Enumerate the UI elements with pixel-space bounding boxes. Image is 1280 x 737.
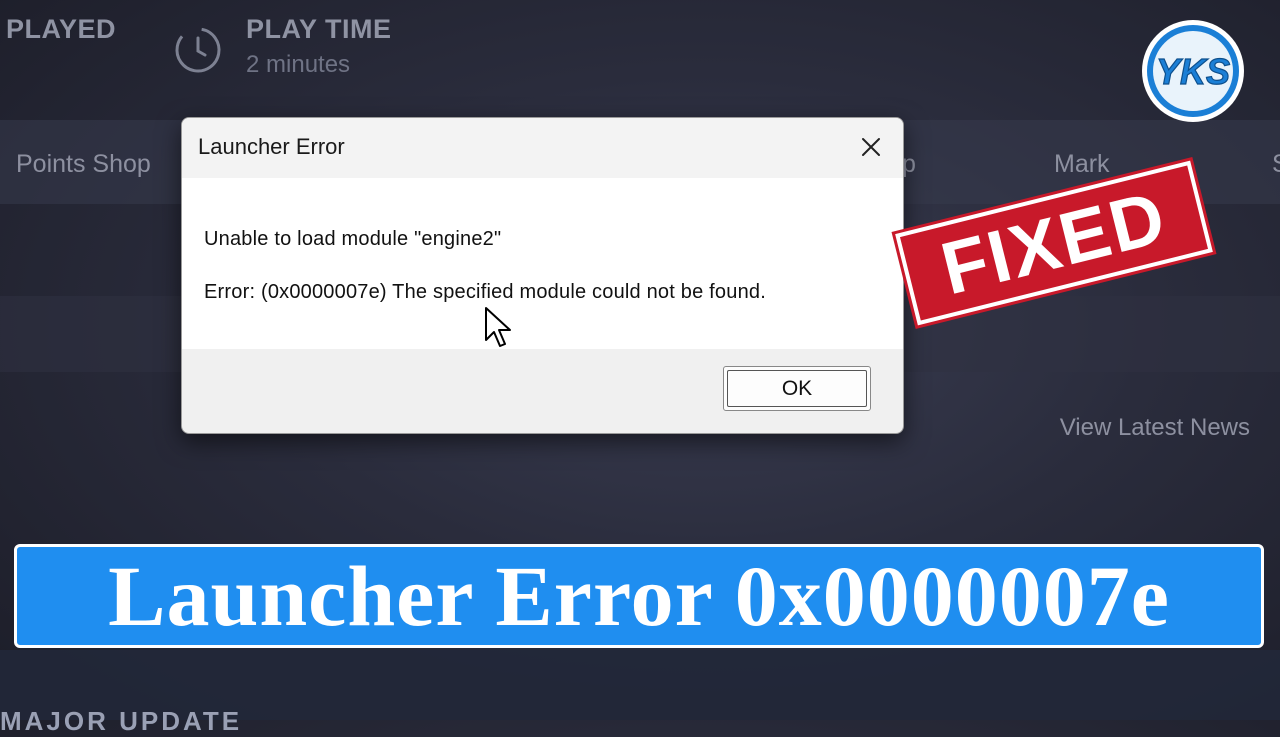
view-latest-news-link[interactable]: View Latest News	[1060, 414, 1250, 442]
bottom-update-heading: MAJOR UPDATE	[0, 706, 243, 736]
error-message-line2: Error: (0x0000007e) The specified module…	[204, 281, 766, 303]
close-icon[interactable]	[851, 130, 891, 166]
ok-button[interactable]: OK	[723, 366, 871, 411]
played-label: PLAYED	[6, 14, 117, 44]
dialog-title: Launcher Error	[198, 134, 345, 159]
error-message-line1: Unable to load module "engine2"	[204, 228, 502, 250]
play-time-label: PLAY TIME	[246, 14, 392, 44]
clock-icon	[175, 27, 221, 73]
nav-item-partial-1[interactable]: p	[902, 150, 916, 179]
yks-logo: YKS	[1142, 20, 1244, 122]
play-time-value: 2 minutes	[246, 51, 351, 78]
nav-item-partial-2[interactable]: S	[1272, 150, 1280, 179]
nav-item-points-shop[interactable]: Points Shop	[16, 150, 151, 179]
title-banner: Launcher Error 0x0000007e	[14, 544, 1264, 648]
launcher-error-dialog: Launcher Error Unable to load module "en…	[181, 117, 904, 434]
ok-button-label: OK	[781, 376, 813, 400]
dialog-body: Unable to load module "engine2" Error: (…	[182, 178, 903, 349]
nav-item-market[interactable]: Mark	[1054, 150, 1110, 179]
dialog-titlebar: Launcher Error	[182, 118, 903, 178]
mouse-cursor-icon	[485, 307, 511, 347]
svg-text:YKS: YKS	[1156, 51, 1230, 92]
banner-title: Launcher Error 0x0000007e	[108, 548, 1170, 644]
